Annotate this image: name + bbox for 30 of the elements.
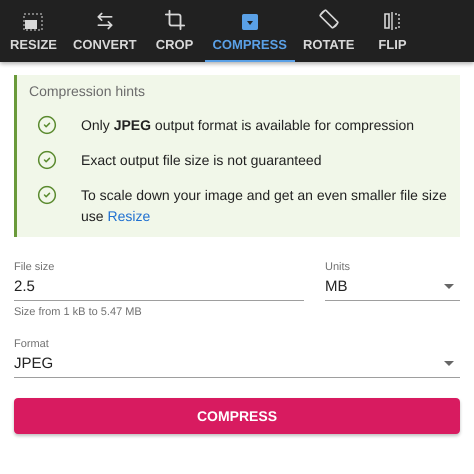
- swap-arrows-icon: [94, 11, 115, 31]
- units-select[interactable]: MB: [325, 273, 460, 301]
- rotate-device-icon: [316, 7, 341, 31]
- hint-text: Exact output file size is not guaranteed: [81, 151, 322, 170]
- check-circle-icon: [37, 115, 57, 135]
- hint-text: To scale down your image and get an even smaller file size use Resize: [81, 186, 448, 226]
- helper-text: Size from 1 kB to 5.47 MB: [14, 306, 143, 318]
- resize-link[interactable]: Resize: [107, 208, 150, 224]
- field-label: Units: [325, 261, 352, 273]
- dropdown-caret-icon: [444, 361, 454, 366]
- check-circle-icon: [37, 150, 57, 170]
- tab[interactable]: COMPRESS: [204, 0, 295, 62]
- crop-icon: [164, 9, 186, 31]
- image-resize-icon: [23, 13, 44, 31]
- field-label: File size: [14, 261, 56, 273]
- tab[interactable]: ROTATE: [294, 0, 362, 62]
- tab[interactable]: FLIP: [362, 0, 422, 62]
- tab[interactable]: CONVERT: [64, 0, 145, 62]
- flip-icon: [382, 11, 402, 31]
- tab[interactable]: CROP: [144, 0, 205, 62]
- format-select[interactable]: JPEG: [14, 350, 460, 378]
- tab[interactable]: RESIZE: [2, 0, 65, 62]
- compress-button[interactable]: COMPRESS: [14, 398, 460, 434]
- field-label: Format: [14, 338, 50, 350]
- check-circle-icon: [37, 185, 57, 205]
- hints-title: Compression hints: [29, 83, 146, 99]
- file-size-field[interactable]: 2.5: [14, 273, 304, 301]
- archive-box-icon: [240, 13, 259, 31]
- dropdown-caret-icon: [444, 284, 454, 289]
- hint-text: Only JPEG output format is available for compression: [81, 116, 414, 135]
